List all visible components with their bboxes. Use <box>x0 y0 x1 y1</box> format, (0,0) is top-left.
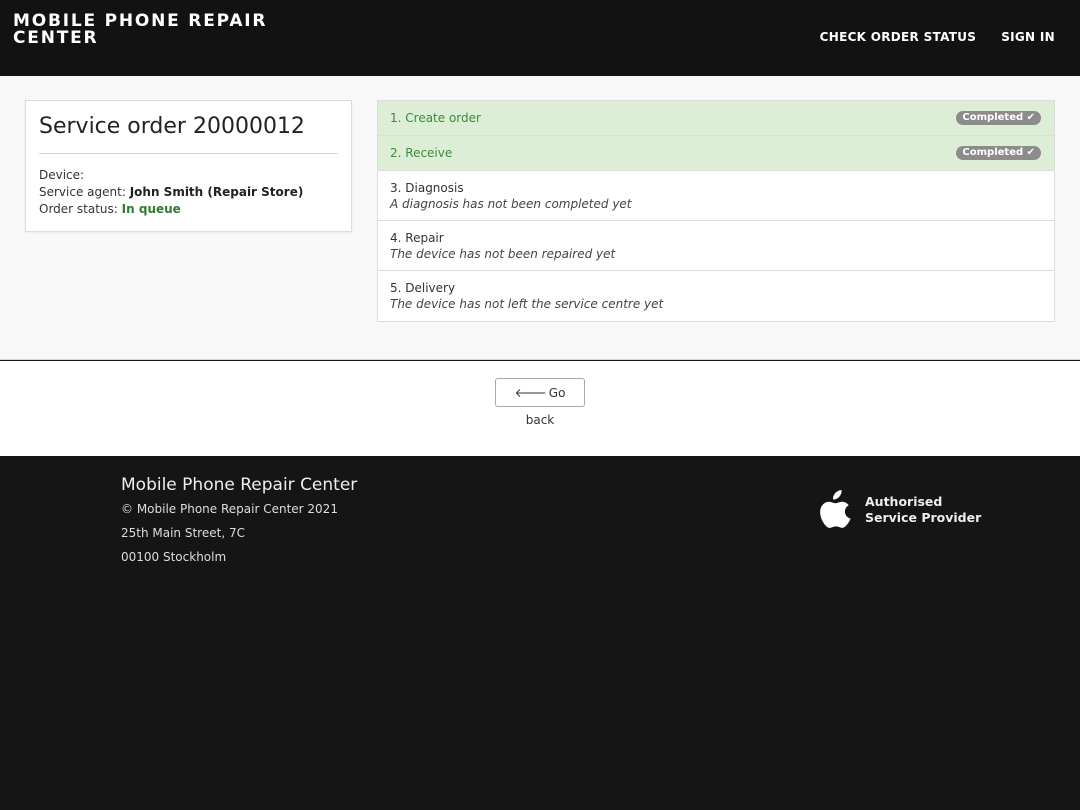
step-label: 1. Create order <box>390 111 481 125</box>
step-delivery: 5. Delivery The device has not left the … <box>378 271 1054 321</box>
service-agent-label: Service agent: <box>39 185 126 199</box>
authorised-service-provider: Authorised Service Provider <box>819 490 981 530</box>
go-back-button[interactable]: 🡐 Go back <box>495 378 585 427</box>
site-footer: Mobile Phone Repair Center © Mobile Phon… <box>0 456 1080 810</box>
order-status-label: Order status: <box>39 202 118 216</box>
top-nav: CHECK ORDER STATUS SIGN IN <box>820 30 1055 44</box>
step-create-order: 1. Create order Completed ✔ <box>378 101 1054 136</box>
nav-sign-in[interactable]: SIGN IN <box>1001 30 1055 44</box>
site-header: MOBILE PHONE REPAIR CENTER CHECK ORDER S… <box>0 0 1080 76</box>
provider-text: Authorised Service Provider <box>865 494 981 526</box>
order-info: Device: Service agent: John Smith (Repai… <box>39 167 338 218</box>
arrow-left-icon: 🡐 <box>514 386 547 400</box>
step-label: 4. Repair <box>390 231 444 245</box>
back-area: 🡐 Go back <box>0 361 1080 456</box>
device-row: Device: <box>39 167 338 184</box>
nav-check-order-status[interactable]: CHECK ORDER STATUS <box>820 30 977 44</box>
step-label: 3. Diagnosis <box>390 181 464 195</box>
footer-street: 25th Main Street, 7C <box>121 526 245 540</box>
device-label: Device: <box>39 168 85 182</box>
step-receive: 2. Receive Completed ✔ <box>378 136 1054 171</box>
service-agent-value: John Smith (Repair Store) <box>129 185 304 199</box>
provider-line2: Service Provider <box>865 510 982 525</box>
footer-company-name: Mobile Phone Repair Center <box>121 475 358 495</box>
footer-copyright: © Mobile Phone Repair Center 2021 <box>121 502 338 516</box>
main-content: Service order 20000012 Device: Service a… <box>0 76 1080 360</box>
step-repair: 4. Repair The device has not been repair… <box>378 221 1054 271</box>
step-label: 5. Delivery <box>390 281 456 295</box>
step-label: 2. Receive <box>390 146 453 160</box>
step-note: A diagnosis has not been completed yet <box>390 197 632 211</box>
service-agent-row: Service agent: John Smith (Repair Store) <box>39 184 338 201</box>
step-note: The device has not been repaired yet <box>390 247 616 261</box>
order-summary-card: Service order 20000012 Device: Service a… <box>25 100 352 232</box>
completed-badge: Completed ✔ <box>956 146 1041 160</box>
step-diagnosis: 3. Diagnosis A diagnosis has not been co… <box>378 171 1054 221</box>
order-title: Service order 20000012 <box>39 113 338 154</box>
completed-badge: Completed ✔ <box>956 111 1041 125</box>
order-steps-list: 1. Create order Completed ✔ 2. Receive C… <box>377 100 1055 322</box>
provider-line1: Authorised <box>865 494 943 509</box>
apple-logo-icon <box>820 490 851 528</box>
footer-city: 00100 Stockholm <box>121 550 227 564</box>
order-status-value: In queue <box>121 202 181 216</box>
site-brand[interactable]: MOBILE PHONE REPAIR CENTER <box>13 13 303 47</box>
order-status-row: Order status: In queue <box>39 201 338 218</box>
step-note: The device has not left the service cent… <box>390 297 664 311</box>
